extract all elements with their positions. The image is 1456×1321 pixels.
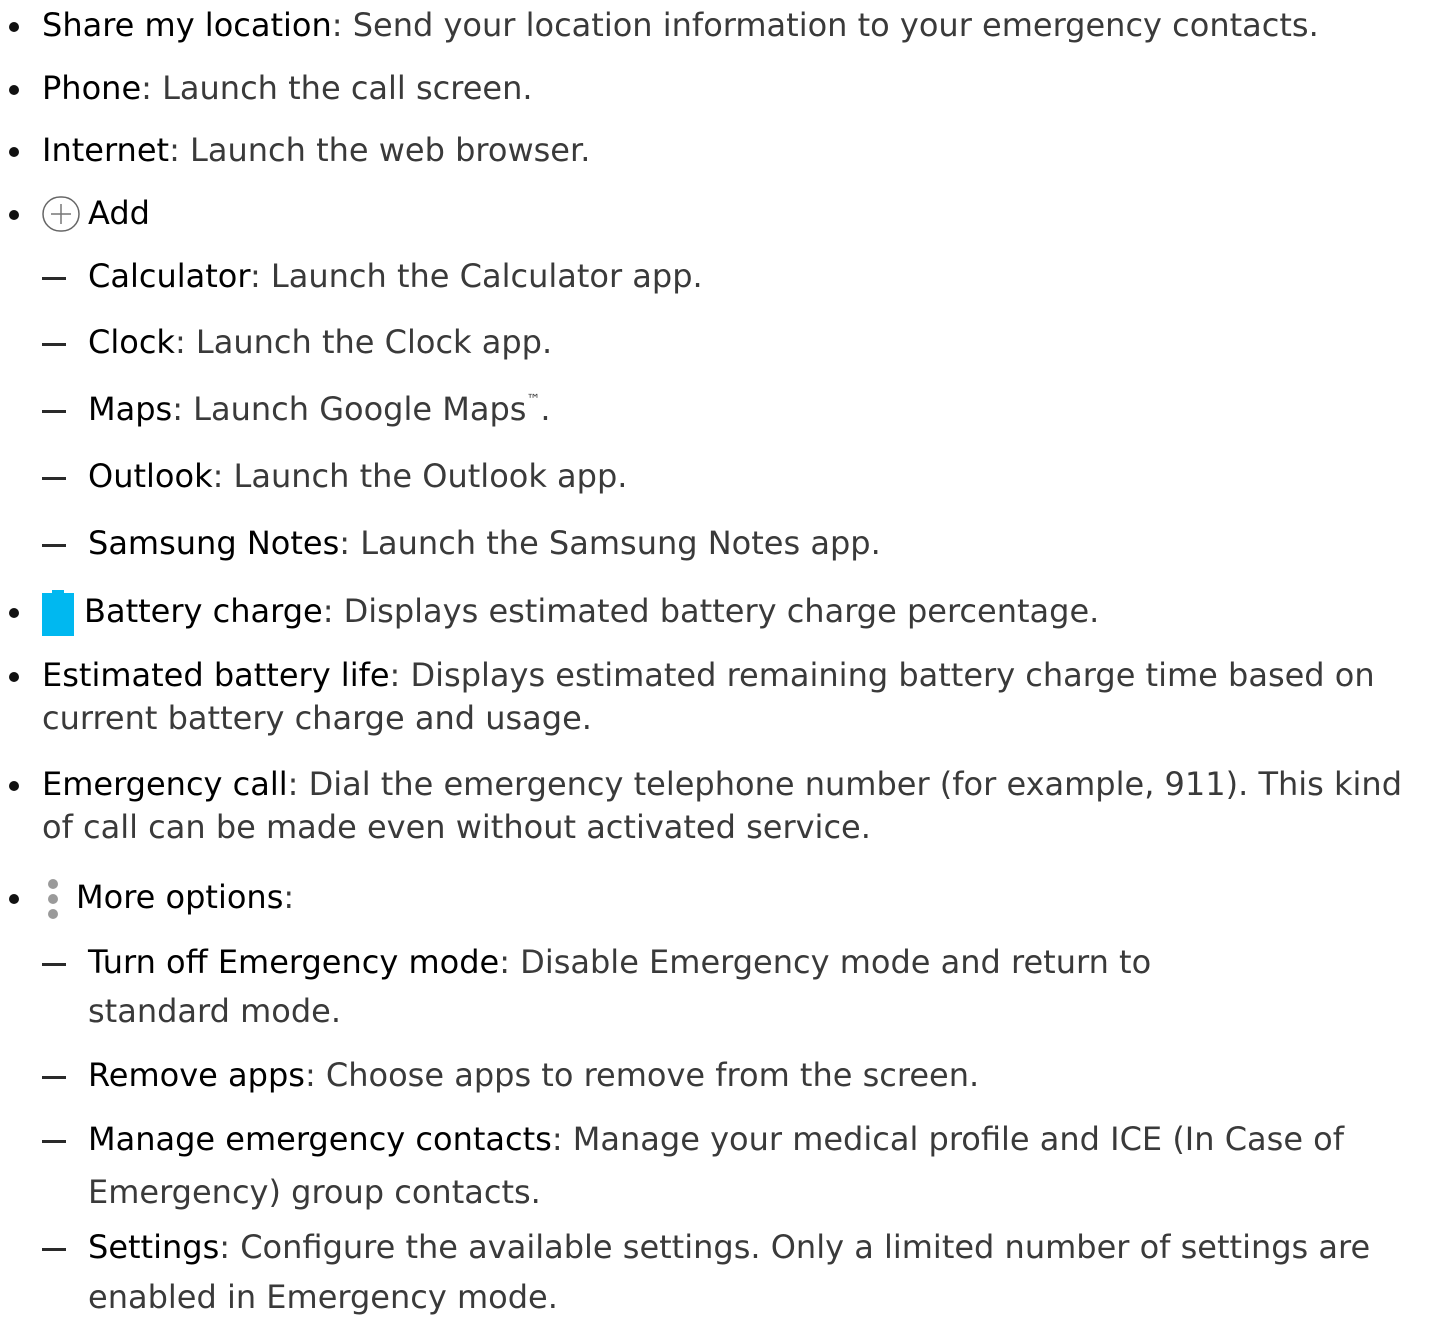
item-description: :	[283, 878, 295, 916]
item-text: Add	[88, 192, 150, 235]
item-term: Estimated battery life	[42, 656, 390, 694]
item-description: : Launch Google Maps	[172, 390, 527, 428]
item-description-continued: of call can be made even without activat…	[42, 808, 871, 846]
item-text: Manage emergency contacts: Manage your m…	[88, 1118, 1344, 1161]
item-text: More options:	[76, 876, 294, 919]
item-text: Settings: Configure the available settin…	[88, 1226, 1370, 1269]
item-text: Turn off Emergency mode: Disable Emergen…	[88, 941, 1151, 984]
bullet	[9, 210, 19, 220]
item-description: : Launch the Samsung Notes app.	[339, 524, 881, 562]
item-description: : Disable Emergency mode and return to	[499, 943, 1152, 981]
item-term: More options	[76, 878, 284, 916]
dash-marker	[42, 1248, 66, 1251]
bullet	[9, 894, 19, 904]
dash-marker	[42, 410, 66, 413]
dash-marker	[42, 343, 66, 346]
item-term: Calculator	[88, 257, 250, 295]
list-item-manage-emergency-contacts: Manage emergency contacts: Manage your m…	[0, 1118, 1456, 1211]
item-description: : Launch the call screen.	[141, 69, 533, 107]
list-item-estimated-battery-life: Estimated battery life: Displays estimat…	[0, 654, 1456, 740]
item-description: : Displays estimated remaining battery c…	[389, 656, 1375, 694]
bullet	[9, 22, 19, 32]
item-term: Remove apps	[88, 1056, 305, 1094]
item-description-tail: .	[540, 390, 551, 428]
item-description: : Displays estimated battery charge perc…	[322, 592, 1100, 630]
bullet	[9, 608, 19, 618]
item-text: Estimated battery life: Displays estimat…	[42, 654, 1375, 697]
bullet	[9, 85, 19, 95]
item-description: : Dial the emergency telephone number (f…	[287, 765, 1403, 803]
item-text: Phone: Launch the call screen.	[42, 67, 533, 110]
item-term: Settings	[88, 1228, 220, 1266]
trademark-symbol: ™	[526, 392, 541, 409]
item-description: : Launch the Clock app.	[174, 323, 553, 361]
dash-marker	[42, 477, 66, 480]
bullet	[9, 672, 19, 682]
dash-marker	[42, 277, 66, 280]
item-text: Maps: Launch Google Maps™.	[88, 388, 551, 431]
item-text: Battery charge: Displays estimated batte…	[84, 590, 1099, 633]
bullet	[9, 147, 19, 157]
item-description-continued: standard mode.	[88, 992, 342, 1030]
list-item-settings: Settings: Configure the available settin…	[0, 1226, 1456, 1321]
item-description: : Launch the Outlook app.	[212, 457, 628, 495]
item-term: Maps	[88, 390, 173, 428]
item-description: : Launch the Calculator app.	[249, 257, 703, 295]
item-text: Share my location: Send your location in…	[42, 4, 1319, 47]
item-text: Internet: Launch the web browser.	[42, 129, 590, 172]
item-description-continued: Emergency) group contacts.	[88, 1173, 541, 1211]
more-options-icon	[48, 879, 58, 919]
list-item-emergency-call: Emergency call: Dial the emergency telep…	[0, 763, 1456, 849]
item-text: Outlook: Launch the Outlook app.	[88, 455, 627, 498]
item-text: Emergency call: Dial the emergency telep…	[42, 763, 1402, 806]
item-description: : Manage your medical profile and ICE (I…	[551, 1120, 1345, 1158]
item-description: : Send your location information to your…	[331, 6, 1319, 44]
item-text: Calculator: Launch the Calculator app.	[88, 255, 703, 298]
item-term: Share my location	[42, 6, 332, 44]
item-term: Manage emergency contacts	[88, 1120, 552, 1158]
item-description: : Launch the web browser.	[169, 131, 591, 169]
item-description: : Choose apps to remove from the screen.	[304, 1056, 980, 1094]
item-term: Clock	[88, 323, 175, 361]
bullet	[9, 781, 19, 791]
item-text: Remove apps: Choose apps to remove from …	[88, 1054, 979, 1097]
dash-marker	[42, 1076, 66, 1079]
item-text: Samsung Notes: Launch the Samsung Notes …	[88, 522, 881, 565]
item-description-continued: current battery charge and usage.	[42, 699, 592, 737]
list-item-turn-off-emergency-mode: Turn off Emergency mode: Disable Emergen…	[0, 941, 1456, 1030]
battery-icon	[42, 590, 74, 636]
item-text: Clock: Launch the Clock app.	[88, 321, 552, 364]
item-term: Samsung Notes	[88, 524, 340, 562]
item-term: Outlook	[88, 457, 213, 495]
dash-marker	[42, 1140, 66, 1143]
item-term: Internet	[42, 131, 170, 169]
item-description-continued: enabled in Emergency mode.	[88, 1278, 558, 1316]
item-description: : Configure the available settings. Only…	[219, 1228, 1371, 1266]
item-term: Emergency call	[42, 765, 288, 803]
plus-circle-icon	[42, 196, 80, 232]
item-term: Phone	[42, 69, 142, 107]
item-term: Turn off Emergency mode	[88, 943, 500, 981]
item-term: Battery charge	[84, 592, 323, 630]
dash-marker	[42, 544, 66, 547]
item-term: Add	[88, 194, 150, 232]
dash-marker	[42, 963, 66, 966]
